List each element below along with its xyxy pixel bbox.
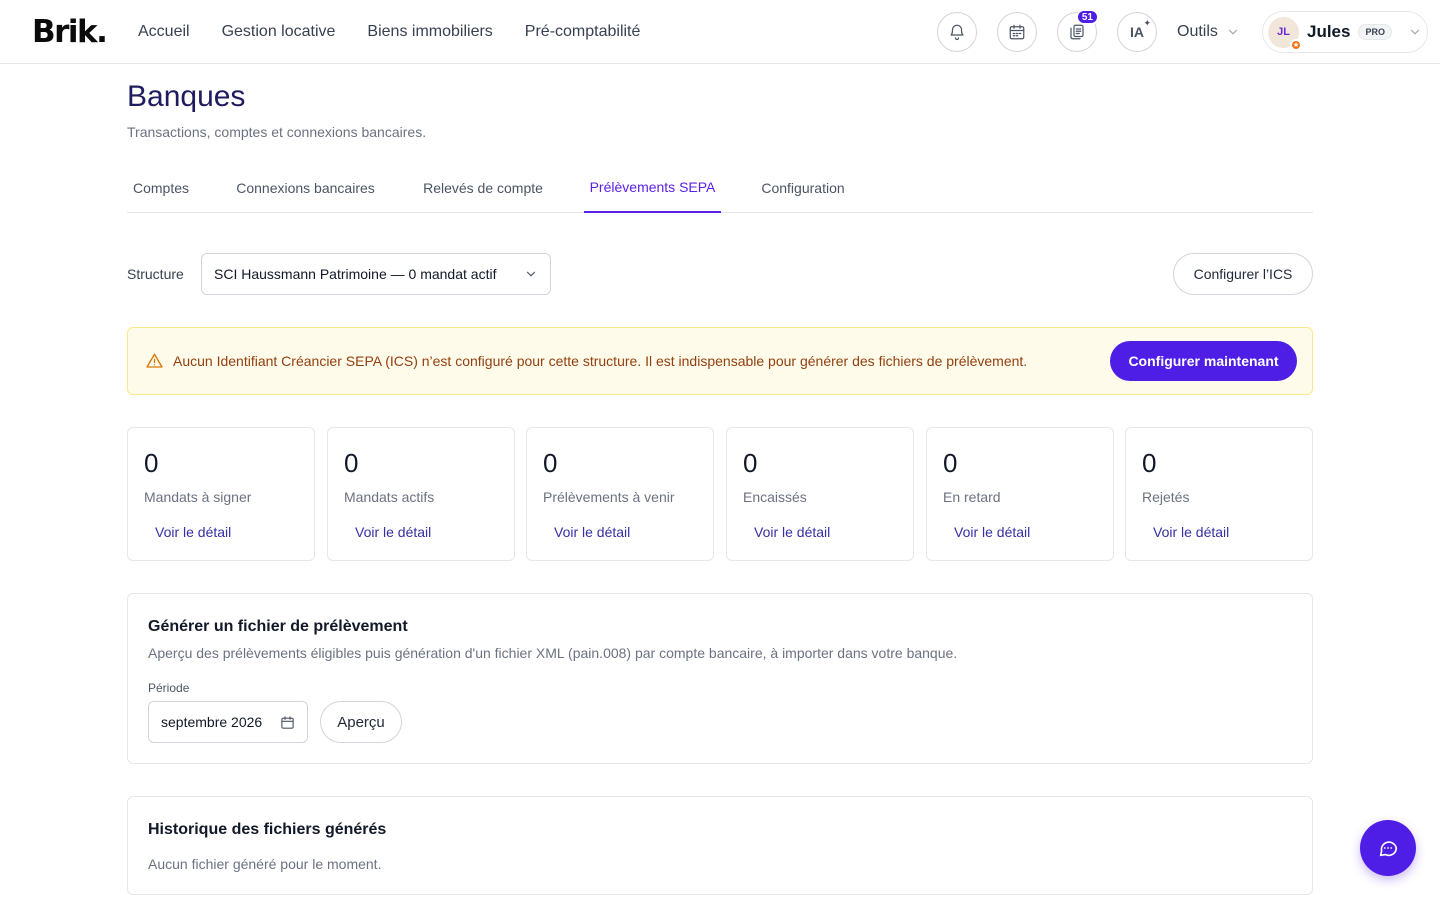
- generate-description: Aperçu des prélèvements éligibles puis g…: [148, 645, 958, 661]
- bank-tabs: Comptes Connexions bancaires Relevés de …: [127, 162, 1313, 213]
- nav-accueil[interactable]: Accueil: [138, 23, 190, 41]
- configure-ics-button[interactable]: Configurer l’ICS: [1173, 253, 1313, 295]
- chevron-down-icon: [1410, 29, 1420, 35]
- tab-releves-de-compte[interactable]: Relevés de compte: [416, 162, 550, 213]
- history-empty-message: Aucun fichier généré pour le moment.: [148, 856, 382, 872]
- structure-select[interactable]: SCI Haussmann Patrimoine — 0 mandat acti…: [201, 253, 551, 295]
- structure-label: Structure: [127, 266, 184, 282]
- ia-label: IA ✦: [1130, 18, 1151, 40]
- tools-label: Outils: [1177, 23, 1218, 40]
- bell-icon: [950, 24, 964, 41]
- stat-card-en-retard: 0 En retard Voir le détail: [926, 427, 1114, 561]
- period-value: septembre 2026: [161, 714, 263, 730]
- page-subtitle: Transactions, comptes et connexions banc…: [127, 124, 427, 140]
- chevron-down-icon: [1228, 29, 1237, 35]
- avatar: JL ★: [1268, 16, 1302, 51]
- ia-button[interactable]: IA ✦: [1117, 12, 1157, 52]
- warning-icon: [146, 353, 163, 368]
- stat-value: 0: [943, 448, 958, 478]
- stat-label: Prélèvements à venir: [543, 489, 675, 505]
- sparkle-icon: ✦: [1143, 18, 1151, 28]
- calendar-icon: [1009, 24, 1025, 40]
- tab-connexions-bancaires[interactable]: Connexions bancaires: [227, 162, 384, 213]
- preview-button[interactable]: Aperçu: [320, 701, 402, 743]
- brik-logo[interactable]: Brik.: [32, 14, 108, 50]
- documents-icon: [1070, 24, 1084, 40]
- documents-button[interactable]: 51: [1057, 9, 1099, 52]
- notifications-button[interactable]: [937, 12, 977, 52]
- view-detail-link[interactable]: Voir le détail: [754, 524, 830, 540]
- tools-menu[interactable]: Outils: [1177, 0, 1240, 64]
- ics-warning-alert: Aucun Identifiant Créancier SEPA (ICS) n…: [127, 327, 1313, 395]
- chevron-down-icon: [526, 271, 536, 277]
- stat-card-prelevements-a-venir: 0 Prélèvements à venir Voir le détail: [526, 427, 714, 561]
- stat-label: Rejetés: [1142, 489, 1190, 505]
- period-label: Période: [148, 681, 190, 695]
- stat-label: Mandats actifs: [344, 489, 435, 505]
- configure-now-button[interactable]: Configurer maintenant: [1110, 341, 1297, 381]
- nav-biens-immobiliers[interactable]: Biens immobiliers: [367, 23, 492, 41]
- view-detail-link[interactable]: Voir le détail: [155, 524, 231, 540]
- main-nav: Accueil Gestion locative Biens immobilie…: [138, 0, 640, 64]
- generate-file-panel: Générer un fichier de prélèvement Aperçu…: [127, 593, 1313, 764]
- star-badge-icon: ★: [1290, 38, 1302, 51]
- structure-select-value: SCI Haussmann Patrimoine — 0 mandat acti…: [214, 266, 497, 282]
- nav-pre-comptabilite[interactable]: Pré-comptabilité: [525, 23, 641, 41]
- chat-bubble-icon: [1379, 841, 1398, 857]
- stat-value: 0: [1142, 448, 1157, 478]
- stat-card-encaisses: 0 Encaissés Voir le détail: [726, 427, 914, 561]
- calendar-icon: [281, 715, 294, 729]
- documents-badge: 51: [1075, 9, 1099, 25]
- stat-card-rejetes: 0 Rejetés Voir le détail: [1125, 427, 1313, 561]
- calendar-button[interactable]: [997, 12, 1037, 52]
- chat-support-button[interactable]: [1360, 820, 1416, 876]
- view-detail-link[interactable]: Voir le détail: [1153, 524, 1229, 540]
- alert-message: Aucun Identifiant Créancier SEPA (ICS) n…: [173, 353, 1028, 369]
- plan-badge: PRO: [1358, 24, 1392, 40]
- stat-value: 0: [344, 448, 359, 478]
- stat-value: 0: [144, 448, 159, 478]
- history-panel: Historique des fichiers générés Aucun fi…: [127, 796, 1313, 895]
- view-detail-link[interactable]: Voir le détail: [954, 524, 1030, 540]
- tab-comptes[interactable]: Comptes: [127, 162, 195, 213]
- stat-card-mandats-actifs: 0 Mandats actifs Voir le détail: [327, 427, 515, 561]
- generate-title: Générer un fichier de prélèvement: [148, 618, 408, 635]
- view-detail-link[interactable]: Voir le détail: [355, 524, 431, 540]
- tab-prelevements-sepa[interactable]: Prélèvements SEPA: [584, 162, 721, 213]
- stat-value: 0: [743, 448, 758, 478]
- nav-gestion-locative[interactable]: Gestion locative: [222, 23, 336, 41]
- user-menu[interactable]: JL ★ Jules PRO: [1262, 11, 1428, 53]
- view-detail-link[interactable]: Voir le détail: [554, 524, 630, 540]
- stat-label: Mandats à signer: [144, 489, 252, 505]
- period-month-input[interactable]: septembre 2026: [148, 701, 308, 743]
- stat-label: Encaissés: [743, 489, 807, 505]
- top-navigation-bar: Brik. Accueil Gestion locative Biens imm…: [0, 0, 1440, 64]
- stat-label: En retard: [943, 489, 1001, 505]
- user-name: Jules: [1307, 22, 1351, 41]
- tab-configuration[interactable]: Configuration: [755, 162, 851, 213]
- stat-card-mandats-a-signer: 0 Mandats à signer Voir le détail: [127, 427, 315, 561]
- stat-value: 0: [543, 448, 558, 478]
- page-title: Banques: [127, 80, 246, 113]
- history-title: Historique des fichiers générés: [148, 821, 387, 838]
